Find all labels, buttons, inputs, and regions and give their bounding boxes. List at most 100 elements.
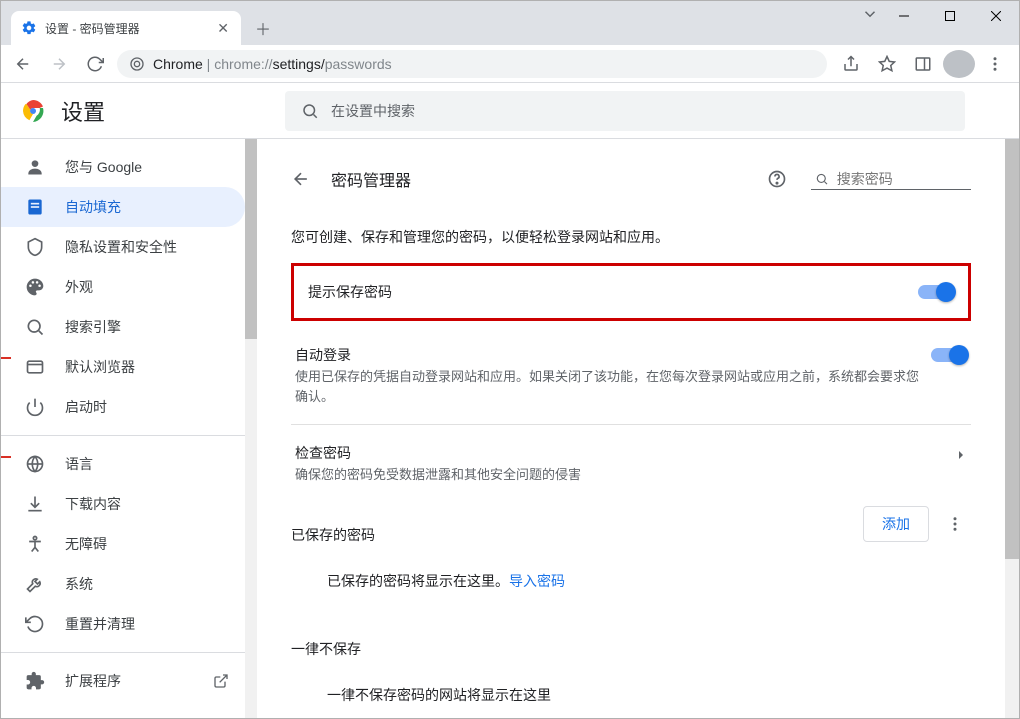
more-options-icon[interactable] xyxy=(939,508,971,540)
sidebar-item-label: 扩展程序 xyxy=(65,671,121,691)
settings-app-header: 设置 在设置中搜索 xyxy=(1,83,1019,139)
settings-search-box[interactable]: 在设置中搜索 xyxy=(285,91,965,131)
restore-icon xyxy=(25,614,45,634)
highlighted-setting: 提示保存密码 xyxy=(291,263,971,321)
back-button[interactable] xyxy=(9,50,37,78)
gear-icon xyxy=(21,20,37,36)
sidebar-item-appearance[interactable]: 外观 xyxy=(1,267,245,307)
side-panel-icon[interactable] xyxy=(907,50,939,78)
password-search-input[interactable] xyxy=(837,171,967,187)
search-icon xyxy=(25,317,45,337)
search-icon xyxy=(301,102,319,120)
auto-signin-toggle[interactable] xyxy=(931,348,967,362)
external-link-icon xyxy=(213,673,229,689)
left-marker xyxy=(1,357,11,359)
sidebar-item-label: 搜索引擎 xyxy=(65,317,121,337)
sidebar-item-accessibility[interactable]: 无障碍 xyxy=(1,524,245,564)
settings-title: 设置 xyxy=(61,95,105,127)
palette-icon xyxy=(25,277,45,297)
close-tab-icon[interactable]: ✕ xyxy=(215,20,231,37)
chevron-down-icon[interactable] xyxy=(861,5,879,23)
chrome-logo-icon xyxy=(21,99,45,123)
sidebar-item-label: 下载内容 xyxy=(65,494,121,514)
sidebar-item-privacy[interactable]: 隐私设置和安全性 xyxy=(1,227,245,267)
sidebar-item-downloads[interactable]: 下载内容 xyxy=(1,484,245,524)
saved-passwords-heading: 已保存的密码 xyxy=(291,503,375,545)
import-passwords-link[interactable]: 导入密码 xyxy=(509,573,565,589)
person-icon xyxy=(25,157,45,177)
check-passwords-row[interactable]: 检查密码 确保您的密码免受数据泄露和其他安全问题的侵害 xyxy=(291,424,971,503)
sidebar-item-label: 重置并清理 xyxy=(65,614,135,634)
browser-tab[interactable]: 设置 - 密码管理器 ✕ xyxy=(11,11,241,45)
chevron-right-icon xyxy=(955,449,967,461)
address-bar[interactable]: Chrome | chrome://settings/passwords xyxy=(117,50,827,78)
power-icon xyxy=(25,397,45,417)
sidebar-item-label: 隐私设置和安全性 xyxy=(65,237,177,257)
forward-button[interactable] xyxy=(45,50,73,78)
sidebar-item-default-browser[interactable]: 默认浏览器 xyxy=(1,347,245,387)
sidebar-item-label: 语言 xyxy=(65,454,93,474)
saved-empty-text: 已保存的密码将显示在这里。导入密码 xyxy=(291,545,971,617)
wrench-icon xyxy=(25,574,45,594)
extension-icon xyxy=(25,671,45,691)
never-save-heading: 一律不保存 xyxy=(291,617,971,659)
download-icon xyxy=(25,494,45,514)
settings-search-placeholder: 在设置中搜索 xyxy=(331,101,415,121)
sidebar-separator xyxy=(1,435,249,436)
sidebar-scrollbar[interactable] xyxy=(245,139,257,718)
sidebar-item-extensions[interactable]: 扩展程序 xyxy=(1,661,245,701)
profile-avatar[interactable] xyxy=(943,50,975,78)
page-title: 密码管理器 xyxy=(331,167,743,191)
help-icon[interactable] xyxy=(763,169,791,189)
browser-icon xyxy=(25,357,45,377)
sidebar-item-label: 自动填充 xyxy=(65,197,121,217)
check-pw-title: 检查密码 xyxy=(295,443,943,463)
accessibility-icon xyxy=(25,534,45,554)
browser-toolbar: Chrome | chrome://settings/passwords xyxy=(1,45,1019,83)
sidebar-item-languages[interactable]: 语言 xyxy=(1,444,245,484)
auto-signin-subtitle: 使用已保存的凭据自动登录网站和应用。如果关闭了该功能，在您每次登录网站或应用之前… xyxy=(295,367,919,406)
shield-icon xyxy=(25,237,45,257)
share-icon[interactable] xyxy=(835,50,867,78)
settings-sidebar: 您与 Google 自动填充 隐私设置和安全性 外观 搜索引擎 默认浏览器 启动… xyxy=(1,139,257,718)
sidebar-item-label: 外观 xyxy=(65,277,93,297)
close-window-button[interactable] xyxy=(973,1,1019,31)
sidebar-item-label: 启动时 xyxy=(65,397,107,417)
sidebar-separator xyxy=(1,652,249,653)
sidebar-item-on-startup[interactable]: 启动时 xyxy=(1,387,245,427)
sidebar-item-you-and-google[interactable]: 您与 Google xyxy=(1,147,245,187)
search-icon xyxy=(815,171,829,187)
menu-icon[interactable] xyxy=(979,50,1011,78)
offer-save-title: 提示保存密码 xyxy=(308,282,906,302)
sidebar-item-label: 默认浏览器 xyxy=(65,357,135,377)
check-pw-subtitle: 确保您的密码免受数据泄露和其他安全问题的侵害 xyxy=(295,465,943,485)
tab-title: 设置 - 密码管理器 xyxy=(45,20,215,37)
window-title-bar: 设置 - 密码管理器 ✕ ＋ xyxy=(1,1,1019,45)
new-tab-button[interactable]: ＋ xyxy=(249,14,277,42)
sidebar-item-label: 您与 Google xyxy=(65,157,142,177)
maximize-button[interactable] xyxy=(927,1,973,31)
auto-signin-title: 自动登录 xyxy=(295,345,919,365)
sidebar-item-autofill[interactable]: 自动填充 xyxy=(1,187,245,227)
sidebar-item-label: 无障碍 xyxy=(65,534,107,554)
main-content: 密码管理器 您可创建、保存和管理您的密码，以便轻松登录网站和应用。 提示保存密码 xyxy=(291,155,971,678)
bookmark-star-icon[interactable] xyxy=(871,50,903,78)
url-label-chrome: Chrome | chrome://settings/passwords xyxy=(153,56,392,72)
window-controls xyxy=(881,1,1019,31)
sidebar-item-search-engine[interactable]: 搜索引擎 xyxy=(1,307,245,347)
minimize-button[interactable] xyxy=(881,1,927,31)
sidebar-item-system[interactable]: 系统 xyxy=(1,564,245,604)
password-search-field[interactable] xyxy=(811,169,971,190)
add-password-button[interactable]: 添加 xyxy=(863,506,929,542)
sidebar-item-reset[interactable]: 重置并清理 xyxy=(1,604,245,644)
main-scrollbar[interactable] xyxy=(1005,139,1019,718)
globe-icon xyxy=(25,454,45,474)
sidebar-item-label: 系统 xyxy=(65,574,93,594)
never-empty-text: 一律不保存密码的网站将显示在这里 xyxy=(291,659,971,719)
left-marker xyxy=(1,456,11,458)
content-back-button[interactable] xyxy=(291,169,311,189)
autofill-icon xyxy=(25,197,45,217)
chrome-page-icon xyxy=(129,56,145,72)
reload-button[interactable] xyxy=(81,50,109,78)
offer-save-toggle[interactable] xyxy=(918,285,954,299)
